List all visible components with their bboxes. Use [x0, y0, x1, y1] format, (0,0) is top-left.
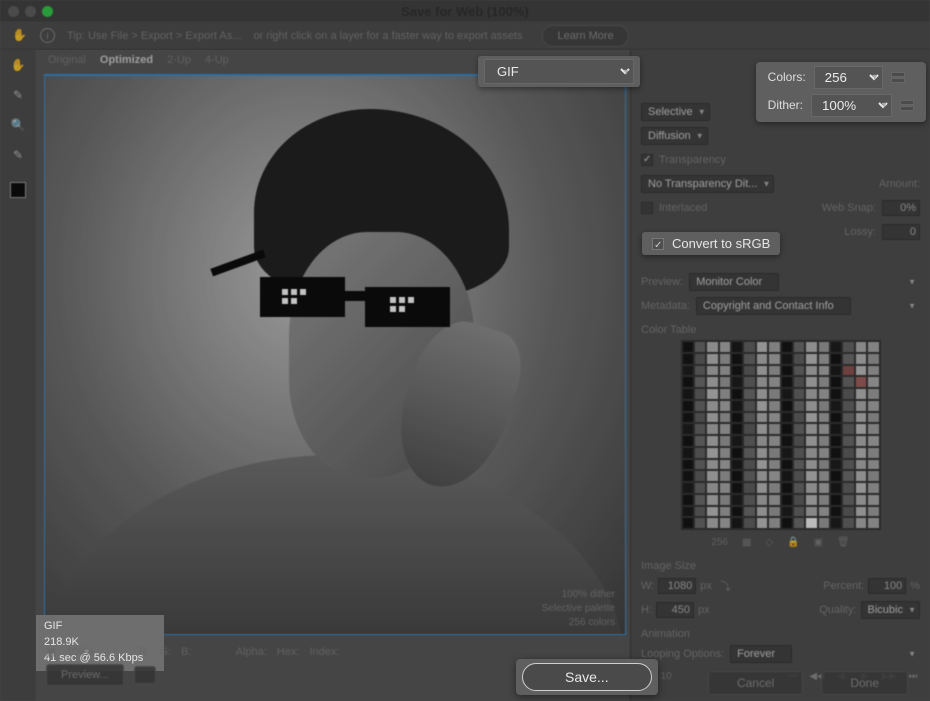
preview-meta-colors: 256 colors — [542, 616, 615, 630]
preview-image — [45, 76, 625, 634]
color-table-icon[interactable]: ▣ — [814, 537, 823, 548]
height-field[interactable]: 450 — [656, 602, 694, 618]
minimize-icon[interactable] — [25, 6, 36, 17]
zoom-icon[interactable] — [42, 6, 53, 17]
preview-mode-label: Preview: — [641, 276, 683, 288]
preview-mode-select[interactable]: Monitor Color — [689, 273, 779, 291]
transparency-dither-select[interactable]: No Transparency Dit... — [641, 175, 774, 193]
dither-select[interactable]: 100% — [811, 94, 892, 117]
chevron-down-icon: ▼ — [908, 302, 916, 311]
tool-column: ✋ ✎ 🔍 ✎ — [0, 50, 36, 701]
colors-select[interactable]: 256 — [814, 66, 883, 89]
settings-panel: Preset: ≡ Selective▼ Diffusion▼ Transpar… — [630, 50, 930, 701]
chevron-down-icon: ▼ — [908, 650, 916, 659]
tip-text-2: or right click on a layer for a faster w… — [253, 30, 522, 42]
info-icon: i — [40, 28, 55, 43]
width-label: W: — [641, 580, 654, 592]
zoom-select[interactable]: 100% — [66, 646, 94, 658]
color-table-icon[interactable]: 🔒 — [787, 537, 799, 548]
web-snap-field[interactable]: 0% — [882, 200, 920, 216]
looping-select[interactable]: Forever — [730, 645, 792, 663]
convert-srgb-checkbox[interactable] — [652, 238, 664, 250]
preview-meta-palette: Selective palette — [542, 602, 615, 616]
interlaced-label: Interlaced — [659, 202, 707, 214]
color-table-icon[interactable]: ▦ — [742, 537, 751, 548]
convert-srgb-label: Convert to sRGB — [672, 236, 770, 251]
amount-label: Amount: — [879, 178, 920, 190]
animation-section-label: Animation — [641, 628, 920, 640]
tab-4up[interactable]: 4-Up — [205, 54, 229, 72]
tab-2up[interactable]: 2-Up — [167, 54, 191, 72]
metadata-select[interactable]: Copyright and Contact Info — [696, 297, 851, 315]
unit-px: px — [698, 604, 710, 616]
colors-label: Colors: — [768, 70, 806, 84]
window-controls — [8, 6, 53, 17]
trash-icon[interactable]: 🗑 — [837, 537, 850, 548]
colors-dither-highlight: Colors: 256▼ Dither: 100%▼ — [756, 62, 926, 122]
preview-info-format: GIF — [44, 619, 156, 635]
tip-text-1: Tip: Use File > Export > Export As... — [67, 30, 241, 42]
tab-optimized[interactable]: Optimized — [100, 54, 153, 72]
convert-srgb-highlight: Convert to sRGB — [642, 232, 780, 255]
nav-icon[interactable]: ▦ — [46, 645, 56, 658]
web-snap-label: Web Snap: — [822, 202, 876, 214]
height-label: H: — [641, 604, 652, 616]
dither-stepper[interactable] — [900, 100, 914, 111]
save-button[interactable]: Save... — [522, 663, 652, 691]
transparency-label: Transparency — [659, 154, 726, 166]
percent-label: Percent: — [823, 580, 864, 592]
percent-field[interactable]: 100 — [868, 578, 906, 594]
cancel-button[interactable]: Cancel — [708, 671, 803, 695]
format-select[interactable]: GIF — [484, 59, 634, 84]
color-table-label: Color Table — [641, 324, 920, 336]
format-select-highlight: GIF ▼ — [478, 56, 640, 87]
readout-r: R: — [139, 646, 150, 658]
colors-stepper[interactable] — [891, 72, 905, 83]
preview-meta: 100% dither Selective palette 256 colors — [542, 588, 615, 630]
zoom-tool-icon[interactable]: 🔍 — [9, 116, 27, 134]
tip-bar: ✋ i Tip: Use File > Export > Export As..… — [0, 22, 930, 50]
done-button[interactable]: Done — [821, 671, 908, 695]
width-field[interactable]: 1080 — [658, 578, 696, 594]
readout-hex: Hex: — [277, 646, 300, 658]
footer-buttons: Cancel Done — [0, 671, 930, 695]
pixel-sunglasses-graphic — [260, 277, 460, 327]
eyedropper-color-swatch[interactable] — [10, 182, 26, 198]
color-reduction-select[interactable]: Selective — [641, 103, 710, 121]
eyedropper-icon[interactable]: ✎ — [9, 146, 27, 164]
window-title: Save for Web (100%) — [401, 4, 529, 19]
dither-method-select[interactable]: Diffusion — [641, 127, 708, 145]
transparency-checkbox[interactable] — [641, 154, 653, 166]
hand-tool-icon[interactable]: ✋ — [9, 56, 27, 74]
percent-unit: % — [910, 580, 920, 592]
close-icon[interactable] — [8, 6, 19, 17]
readout-index: Index: — [309, 646, 339, 658]
hand-tool-icon[interactable]: ✋ — [12, 28, 28, 44]
color-table[interactable] — [681, 340, 881, 530]
lossy-label: Lossy: — [844, 226, 876, 238]
readout-g: G: — [160, 646, 172, 658]
interlaced-checkbox[interactable] — [641, 202, 653, 214]
metadata-label: Metadata: — [641, 300, 690, 312]
quality-label: Quality: — [819, 604, 856, 616]
quality-select[interactable]: Bicubic — [861, 601, 920, 619]
unit-px: px — [700, 580, 712, 592]
chevron-down-icon: ▼ — [908, 278, 916, 287]
preview-canvas[interactable]: 100% dither Selective palette 256 colors — [44, 74, 626, 635]
dither-label: Dither: — [768, 98, 803, 112]
image-size-label: Image Size — [641, 560, 920, 572]
color-table-count: 256 — [711, 537, 728, 548]
readout-b: B: — [181, 646, 191, 658]
color-table-icon[interactable]: ◇ — [765, 537, 773, 548]
readout-alpha: Alpha: — [236, 646, 267, 658]
preview-meta-dither: 100% dither — [542, 588, 615, 602]
titlebar: Save for Web (100%) — [0, 0, 930, 22]
learn-more-button[interactable]: Learn More — [542, 25, 628, 47]
lossy-field[interactable]: 0 — [882, 224, 920, 240]
link-icon[interactable]: ⤵ — [720, 578, 731, 594]
slice-tool-icon[interactable]: ✎ — [9, 86, 27, 104]
tab-original[interactable]: Original — [48, 54, 86, 72]
save-button-highlight: Save... — [516, 659, 658, 695]
